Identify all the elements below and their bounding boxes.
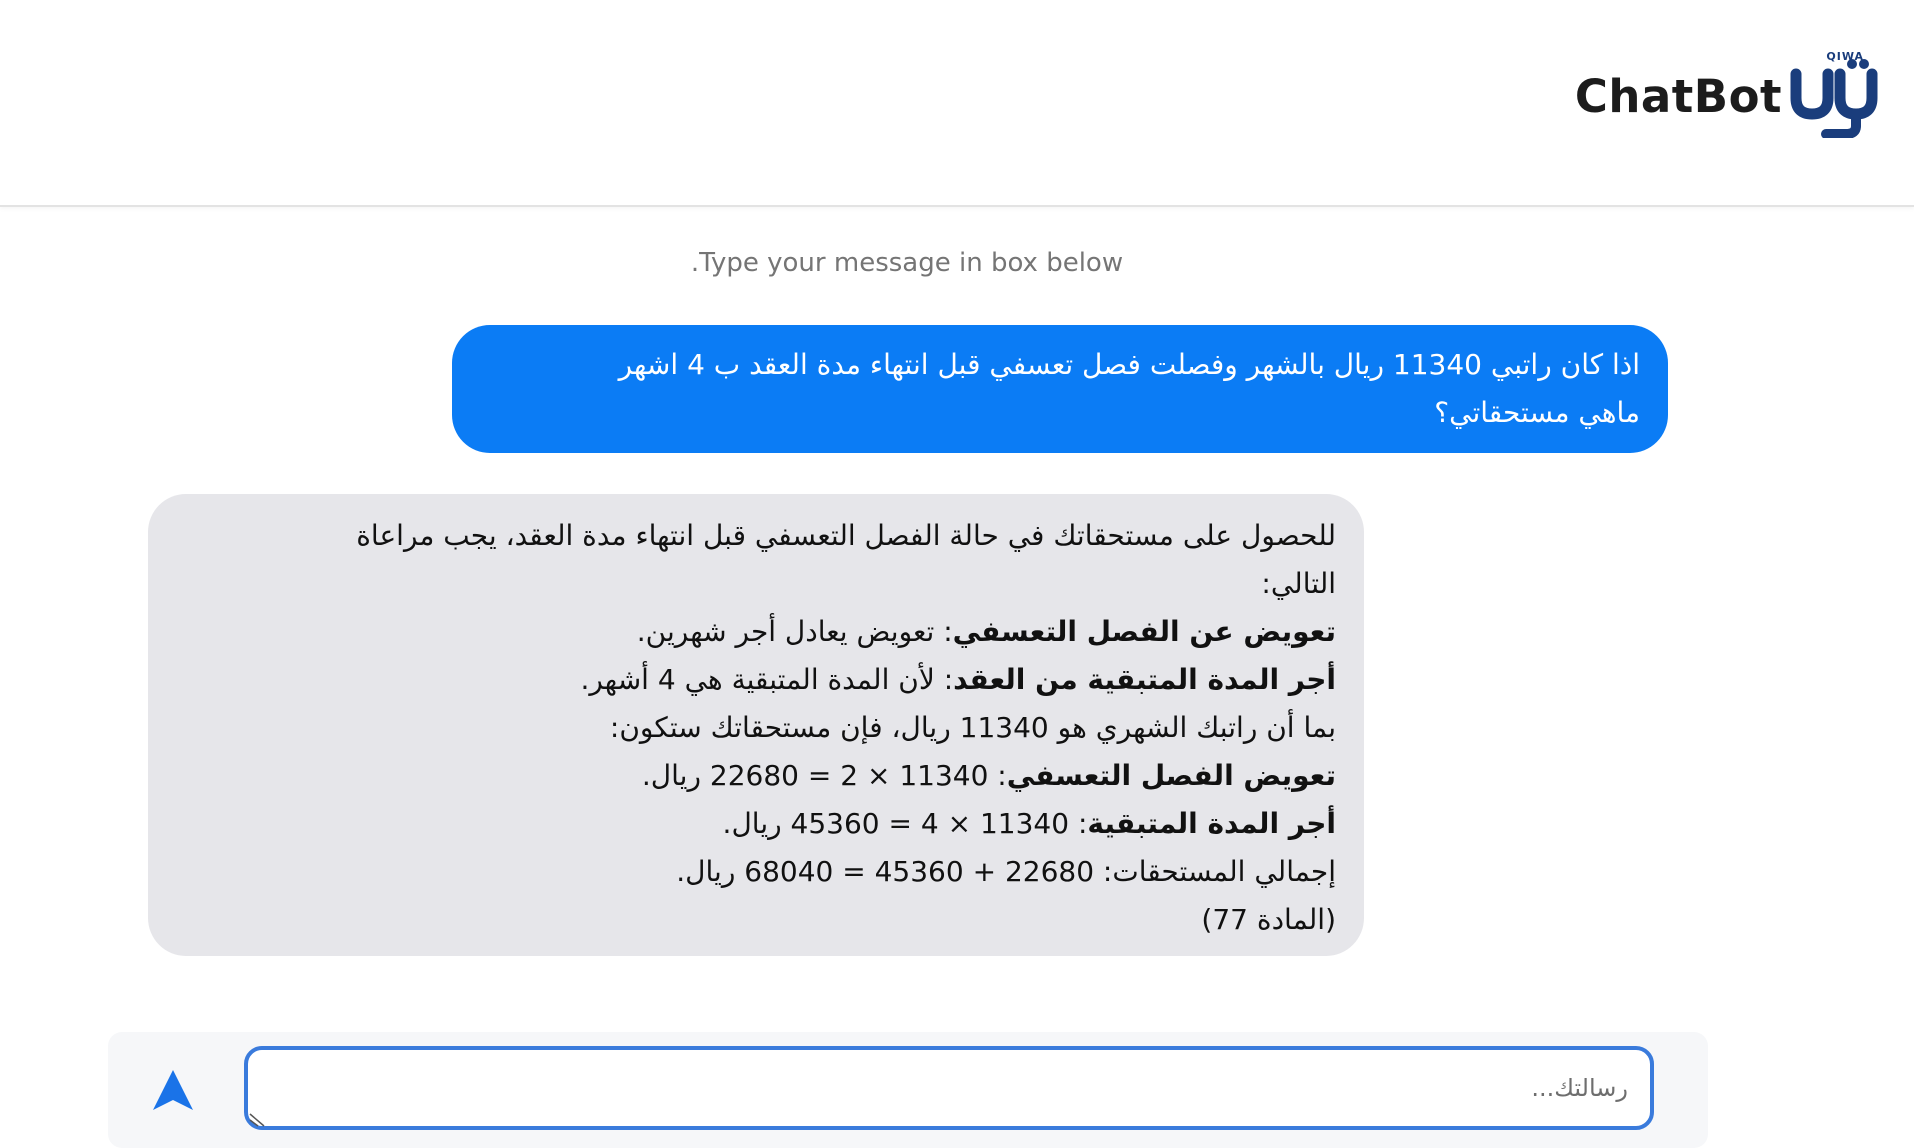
bot-message: للحصول على مستحقاتك في حالة الفصل التعسف…	[148, 494, 1364, 956]
bot-item-text: : تعويض يعادل أجر شهرين.	[636, 615, 953, 648]
instruction-hint: .Type your message in box below	[690, 248, 1124, 278]
bot-calc-title: أجر المدة المتبقية	[1087, 807, 1336, 840]
chatbot-logo: ChatBot QIWA	[1575, 48, 1894, 138]
bot-calc-item: تعويض الفصل التعسفي: 11340 × 2 = 22680 ر…	[176, 752, 1336, 800]
bot-intro-line: التالي:	[1261, 567, 1336, 600]
bot-item-title: تعويض عن الفصل التعسفي	[952, 615, 1336, 648]
message-input[interactable]	[244, 1046, 1654, 1130]
resize-grip-icon[interactable]	[248, 1112, 266, 1128]
bot-item-title: أجر المدة المتبقية من العقد	[953, 663, 1336, 696]
bot-item: أجر المدة المتبقية من العقد: لأن المدة ا…	[176, 656, 1336, 704]
bot-calc-text: : 11340 × 4 = 45360 ريال.	[722, 807, 1088, 840]
send-button[interactable]	[148, 1066, 198, 1114]
bot-calc-title: تعويض الفصل التعسفي	[1006, 759, 1336, 792]
send-arrow-icon	[153, 1070, 193, 1110]
app-header: ChatBot QIWA	[0, 0, 1914, 207]
bot-reference: (المادة 77)	[1201, 903, 1336, 936]
bot-calc-item: أجر المدة المتبقية: 11340 × 4 = 45360 ري…	[176, 800, 1336, 848]
bot-item-text: : لأن المدة المتبقية هي 4 أشهر.	[580, 663, 954, 696]
user-message: اذا كان راتبي 11340 ريال بالشهر وفصلت فص…	[452, 325, 1668, 453]
bot-calc-text: : 11340 × 2 = 22680 ريال.	[641, 759, 1007, 792]
bot-item: تعويض عن الفصل التعسفي: تعويض يعادل أجر …	[176, 608, 1336, 656]
user-message-line: ماهي مستحقاتي؟	[1434, 396, 1640, 429]
qiwa-logo-icon: QIWA	[1786, 48, 1894, 138]
message-composer	[108, 1032, 1708, 1148]
bot-total: إجمالي المستحقات: 22680 + 45360 = 68040 …	[676, 855, 1336, 888]
bot-intro-line: للحصول على مستحقاتك في حالة الفصل التعسف…	[356, 519, 1336, 552]
bot-calc-intro: بما أن راتبك الشهري هو 11340 ريال، فإن م…	[609, 711, 1336, 744]
user-message-line: اذا كان راتبي 11340 ريال بالشهر وفصلت فص…	[618, 348, 1640, 381]
logo-text: ChatBot	[1574, 69, 1782, 123]
